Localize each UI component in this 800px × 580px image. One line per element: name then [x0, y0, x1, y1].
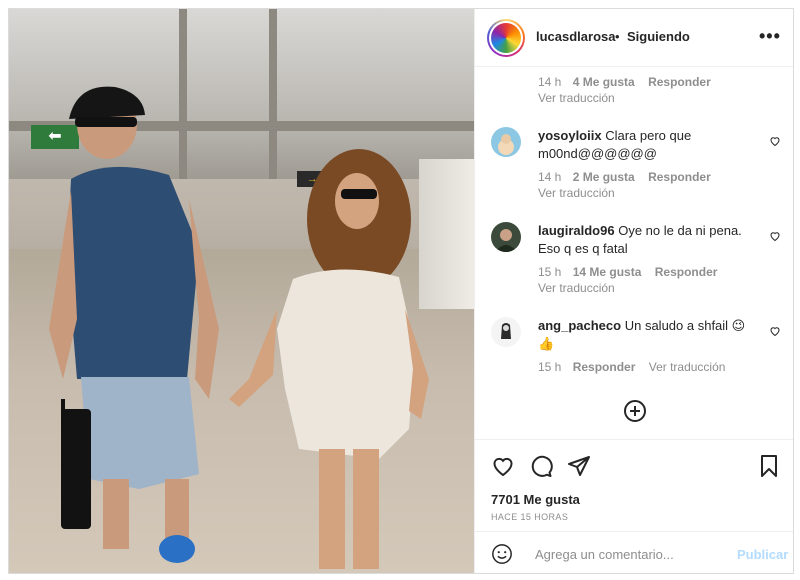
emoji-icon[interactable] — [491, 543, 513, 565]
comment-likes[interactable]: 14 Me gusta — [573, 265, 642, 279]
heart-icon[interactable] — [491, 454, 515, 478]
comment-time: 15 h — [538, 265, 562, 279]
commenter-avatar[interactable] — [491, 317, 521, 347]
comment-likes[interactable]: 2 Me gusta — [573, 170, 635, 184]
like-comment-heart-icon[interactable] — [769, 135, 781, 147]
commenter-username[interactable]: ang_pacheco — [538, 318, 621, 333]
like-comment-heart-icon[interactable] — [769, 325, 781, 337]
commenter-username[interactable]: yosoyloiix — [538, 128, 602, 143]
reply-button[interactable]: Responder — [573, 360, 636, 374]
reply-button[interactable]: Responder — [648, 75, 711, 89]
publish-button[interactable]: Publicar — [737, 547, 788, 562]
post-timestamp: HACE 15 HORAS — [491, 512, 569, 522]
commenter-avatar[interactable] — [491, 222, 521, 252]
follow-status-button[interactable]: Siguiendo — [627, 29, 690, 44]
reply-button[interactable]: Responder — [648, 170, 711, 184]
man-figure — [49, 86, 219, 563]
post-actions: 7701 Me gusta HACE 15 HORAS — [475, 439, 793, 539]
add-circle-icon[interactable] — [623, 399, 647, 423]
comment-likes[interactable]: 4 Me gusta — [573, 75, 635, 89]
bookmark-icon[interactable] — [757, 454, 781, 478]
post-header: lucasdlarosa • Siguiendo ••• — [475, 9, 793, 67]
author-username[interactable]: lucasdlarosa — [536, 29, 616, 44]
comment-time: 14 h — [538, 170, 562, 184]
comments-list[interactable]: 14 h 4 Me gusta Responder Ver traducción… — [475, 67, 793, 439]
separator-dot: • — [615, 29, 620, 44]
comment-input[interactable] — [535, 544, 735, 564]
see-translation-button[interactable]: Ver traducción — [538, 91, 615, 105]
see-translation-button[interactable]: Ver traducción — [649, 360, 726, 374]
reply-button[interactable]: Responder — [655, 265, 718, 279]
likes-count[interactable]: 7701 Me gusta — [491, 492, 580, 507]
commenter-username[interactable]: laugiraldo96 — [538, 223, 615, 238]
comment-time: 15 h — [538, 360, 562, 374]
post-photo[interactable]: ⬅ → ◆ — [9, 9, 474, 573]
comment-icon[interactable] — [529, 454, 553, 478]
see-translation-button[interactable]: Ver traducción — [538, 186, 615, 200]
comment-composer: Publicar — [475, 531, 793, 573]
woman-figure — [229, 149, 429, 569]
author-avatar[interactable] — [487, 19, 525, 57]
see-translation-button[interactable]: Ver traducción — [538, 281, 615, 295]
share-icon[interactable] — [567, 454, 591, 478]
post-side-panel: lucasdlarosa • Siguiendo ••• 14 h 4 Me g… — [474, 9, 793, 573]
like-comment-heart-icon[interactable] — [769, 230, 781, 242]
post-modal: ⬅ → ◆ — [8, 8, 794, 574]
more-options-icon[interactable]: ••• — [759, 26, 781, 47]
comment-time: 14 h — [538, 75, 562, 89]
commenter-avatar[interactable] — [491, 127, 521, 157]
